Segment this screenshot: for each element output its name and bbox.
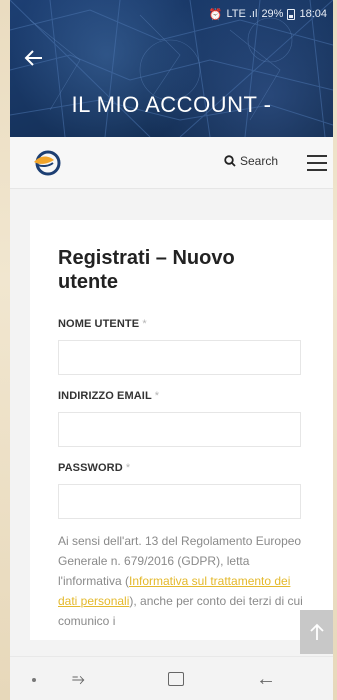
search-icon xyxy=(224,155,236,167)
system-navigation-bar: ⥱ ← xyxy=(10,656,333,700)
arrow-left-icon[interactable] xyxy=(24,48,48,72)
phone-screen: ⏰ LTE .ıl 29% 18:04 IL MIO ACCOUNT - Sea… xyxy=(10,0,333,700)
search-label: Search xyxy=(240,154,279,168)
gdpr-consent-text: Ai sensi dell'art. 13 del Regolamento Eu… xyxy=(58,534,303,628)
page-title: IL MIO ACCOUNT - xyxy=(71,92,272,117)
registration-form: Registrati – Nuovo utente NOME UTENTE * … xyxy=(30,220,333,640)
recent-apps-icon[interactable]: ⥱ xyxy=(72,671,85,689)
email-input[interactable] xyxy=(58,412,301,447)
system-back-icon[interactable]: ← xyxy=(256,668,276,691)
password-input[interactable] xyxy=(58,484,301,519)
nav-dot-icon xyxy=(32,678,36,682)
signal-indicator: LTE .ıl xyxy=(226,8,258,20)
hamburger-menu-icon[interactable] xyxy=(307,155,327,171)
battery-percent: 29% xyxy=(261,8,284,20)
background-left xyxy=(0,0,10,700)
password-label: PASSWORD * xyxy=(58,462,131,474)
clock: 18:04 xyxy=(299,8,327,20)
home-icon[interactable] xyxy=(168,672,184,686)
background-right xyxy=(333,0,337,700)
arrow-up-icon xyxy=(309,623,324,640)
username-input[interactable] xyxy=(58,340,301,375)
username-label: NOME UTENTE * xyxy=(58,318,147,330)
status-bar: ⏰ LTE .ıl 29% 18:04 xyxy=(209,6,327,22)
back-to-top-button[interactable] xyxy=(300,610,333,654)
form-title: Registrati – Nuovo utente xyxy=(58,247,235,293)
email-label: INDIRIZZO EMAIL * xyxy=(58,390,160,402)
header-banner: ⏰ LTE .ıl 29% 18:04 IL MIO ACCOUNT - xyxy=(10,0,333,137)
alarm-icon: ⏰ xyxy=(208,8,223,21)
top-navbar: Search xyxy=(10,137,333,189)
search-button[interactable]: Search xyxy=(224,154,278,168)
site-logo[interactable] xyxy=(32,149,62,177)
battery-icon xyxy=(287,8,296,20)
